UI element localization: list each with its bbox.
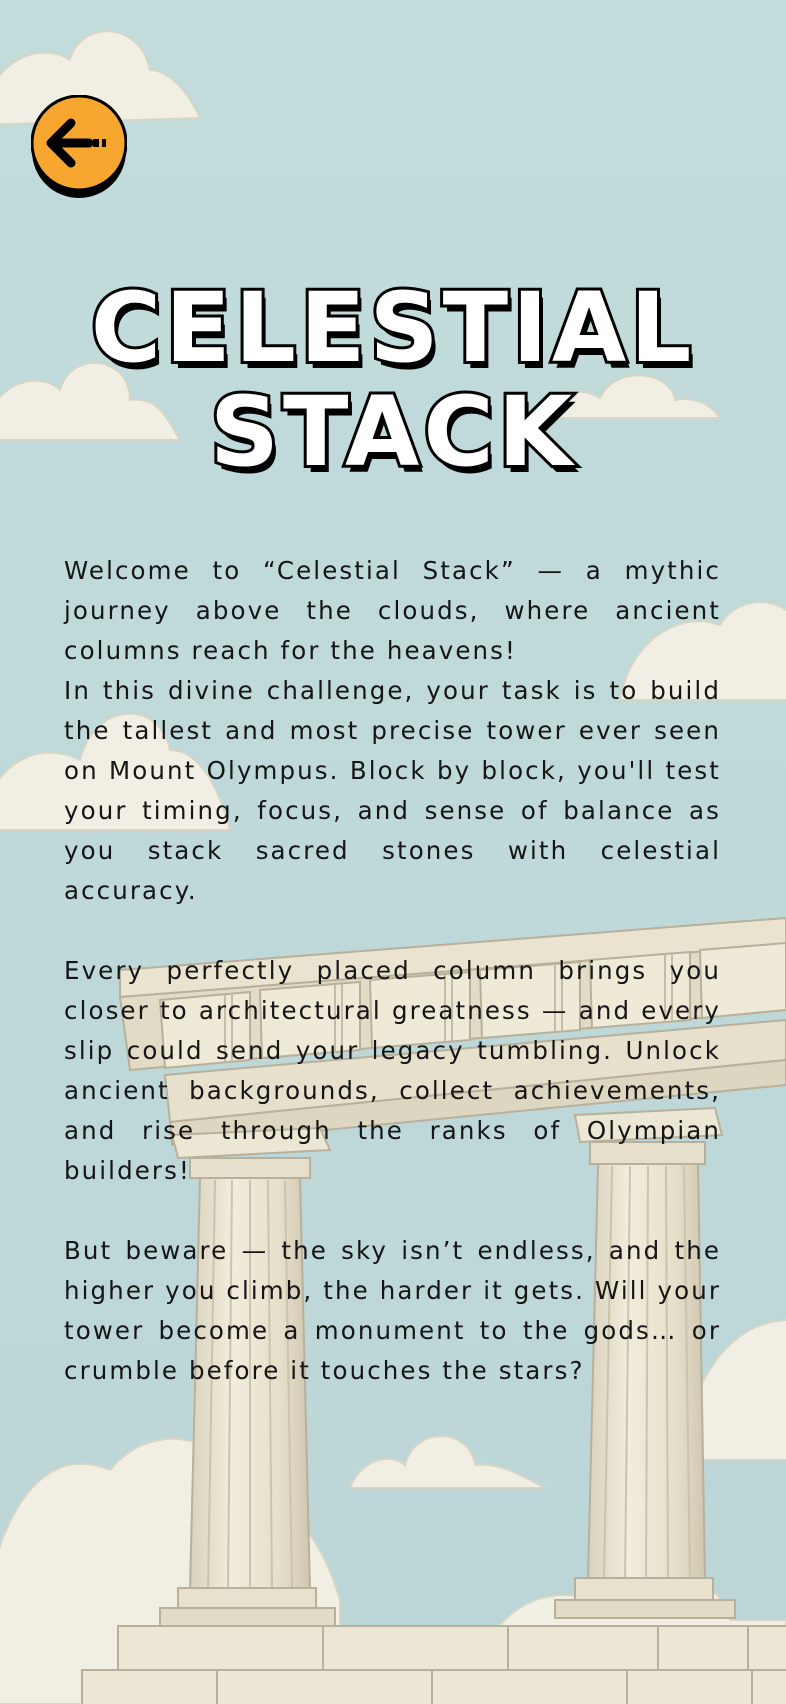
warning-paragraph: But beware — the sky isn’t endless, and … xyxy=(64,1236,721,1385)
game-description: Welcome to “Celestial Stack” — a mythic … xyxy=(64,551,721,1391)
intro-paragraph: Welcome to “Celestial Stack” — a mythic … xyxy=(64,556,721,665)
greatness-paragraph: Every perfectly placed column brings you… xyxy=(64,956,721,1185)
title-line-2: STACK xyxy=(210,376,576,488)
back-button[interactable] xyxy=(31,95,127,199)
arrow-left-icon xyxy=(31,95,127,198)
title-line-1: CELESTIAL xyxy=(91,272,696,384)
game-title: CELESTIAL CELESTIAL STACK STACK xyxy=(0,268,786,488)
challenge-paragraph: In this divine challenge, your task is t… xyxy=(64,676,721,905)
